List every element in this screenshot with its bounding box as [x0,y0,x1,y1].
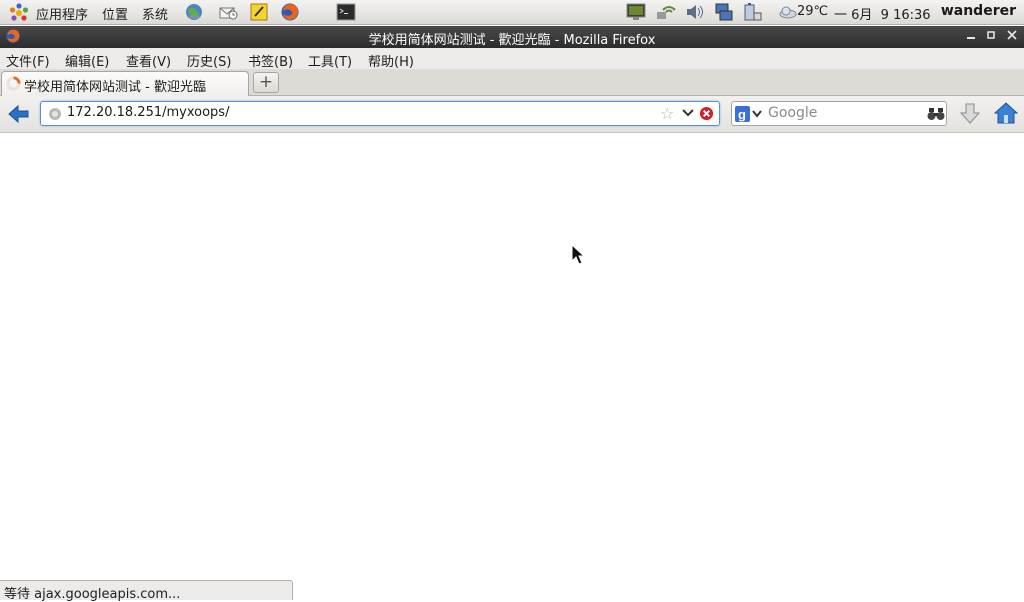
volume-icon[interactable] [684,2,704,22]
tab-label: 学校用简体网站测试 - 歡迎光臨 [24,80,206,95]
network-icon[interactable] [655,2,676,22]
menu-file[interactable]: 文件(F) [6,51,50,70]
menu-bar: 文件(F) 编辑(E) 查看(V) 历史(S) 书签(B) 工具(T) 帮助(H… [0,48,1024,70]
home-icon[interactable] [993,102,1019,128]
search-bar[interactable]: g Google [731,101,947,126]
minimize-button[interactable] [963,28,979,44]
bookmark-star-icon[interactable]: ☆ [660,104,674,123]
svg-text:g: g [738,107,746,122]
stop-loading-icon[interactable] [699,106,714,125]
menu-places[interactable]: 位置 [102,4,128,23]
clock[interactable]: 一 6月 9 16:36 [834,4,931,23]
new-tab-button[interactable]: + [253,72,279,93]
window-title: 学校用简体网站测试 - 歡迎光臨 - Mozilla Firefox [368,33,656,48]
mouse-pointer-icon [571,243,586,270]
menu-tools[interactable]: 工具(T) [308,51,352,70]
window-titlebar[interactable]: 学校用简体网站测试 - 歡迎光臨 - Mozilla Firefox [0,26,1024,48]
download-arrow-icon[interactable] [959,103,981,129]
history-dropdown-chevron-icon[interactable] [682,105,694,123]
menu-view[interactable]: 查看(V) [126,51,171,70]
menu-history[interactable]: 历史(S) [187,51,231,70]
user-name[interactable]: wanderer [941,3,1016,19]
notes-icon[interactable] [249,2,269,22]
status-bar: 等待 ajax.googleapis.com... [0,580,293,602]
menu-bookmarks[interactable]: 书签(B) [248,51,293,70]
maximize-button[interactable] [983,28,999,44]
network-manager-icon[interactable] [713,2,733,22]
tab-strip: 学校用简体网站测试 - 歡迎光臨 + [0,69,1024,96]
google-engine-icon[interactable]: g [735,106,763,126]
monitor-icon[interactable] [626,2,646,22]
tab-active[interactable]: 学校用简体网站测试 - 歡迎光臨 [1,71,249,96]
navigation-toolbar: 172.20.18.251/myxoops/ ☆ g Google [0,96,1024,133]
menu-system[interactable]: 系统 [142,4,168,23]
firefox-icon[interactable] [280,2,300,22]
site-identity-icon[interactable] [48,107,62,125]
mail-icon[interactable] [218,2,238,22]
menu-help[interactable]: 帮助(H) [368,51,414,70]
weather-temperature[interactable]: 29℃ [797,4,828,19]
back-arrow-icon[interactable] [8,104,30,128]
page-content[interactable] [0,133,1024,580]
battery-icon[interactable] [742,2,762,22]
search-input[interactable]: Google [768,105,817,121]
close-window-button[interactable] [1004,28,1020,44]
menu-applications[interactable]: 应用程序 [36,4,88,23]
terminal-icon[interactable] [336,2,356,22]
url-text[interactable]: 172.20.18.251/myxoops/ [67,105,229,120]
binoculars-search-icon[interactable] [927,106,945,126]
gnome-foot-icon[interactable] [8,2,29,22]
menu-edit[interactable]: 编辑(E) [65,51,109,70]
browser-globe-icon[interactable] [184,2,204,22]
weather-icon[interactable] [778,2,798,22]
url-bar[interactable]: 172.20.18.251/myxoops/ ☆ [40,101,720,126]
top-panel: 应用程序 位置 系统 29℃ 一 6月 9 16:36 wanderer [0,0,1024,25]
loading-throbber-icon [6,76,21,95]
